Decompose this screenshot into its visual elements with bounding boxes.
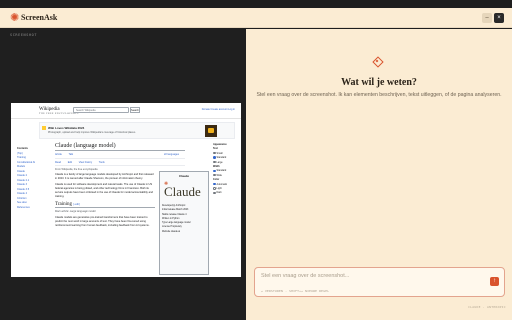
radio-icon bbox=[213, 151, 216, 155]
banner-title: Wiki Loves Wikidata 2024 bbox=[48, 126, 85, 130]
infobox-title: Claude bbox=[178, 174, 189, 178]
app-window: ✺ ScreenAsk – × SCREENSHOT Wikipedia THE… bbox=[0, 0, 512, 320]
section-heading: Training [ edit ] bbox=[55, 202, 155, 208]
wiki-search-input: Search Wikipedia bbox=[73, 107, 129, 113]
infobox-logo-word: Claude bbox=[164, 184, 201, 199]
minimize-button[interactable]: – bbox=[482, 13, 492, 23]
radio-icon bbox=[213, 187, 216, 190]
radio-icon bbox=[213, 191, 216, 195]
radio-selected-icon bbox=[213, 156, 216, 159]
empty-state-subtitle: Stel een vraag over de screenshot. Ik ka… bbox=[256, 92, 502, 98]
radio-icon bbox=[213, 173, 216, 177]
article-tabs: Article Talk 22 languages bbox=[55, 153, 185, 159]
languages-link: 22 languages bbox=[163, 153, 179, 156]
title-bar: ✺ ScreenAsk – × bbox=[0, 8, 512, 28]
empty-state-title: Wat wil je weten? bbox=[341, 77, 417, 88]
keyboard-hint: ↵ VERSTUREN · SHIFT+↵ NIEUWE REGEL bbox=[261, 289, 330, 293]
screenshot-panel: SCREENSHOT Wikipedia THE FREE ENCYCLOPED… bbox=[0, 29, 246, 320]
chat-panel: Wat wil je weten? Stel een vraag over de… bbox=[246, 29, 512, 320]
infobox-rows: Developer(s) Anthropic Initial release M… bbox=[162, 204, 208, 234]
wiki-banner: Wiki Loves Wikidata 2024 Photograph, upl… bbox=[39, 122, 235, 139]
diamond-icon bbox=[373, 57, 381, 65]
radio-selected-icon bbox=[213, 169, 216, 173]
tab-history: View history bbox=[78, 161, 93, 164]
app-title: ScreenAsk bbox=[21, 13, 58, 22]
contents-item: References bbox=[17, 205, 30, 209]
section-note: Main article: Large language model bbox=[55, 210, 96, 213]
send-button[interactable]: ↑ bbox=[490, 277, 499, 286]
radio-selected-icon bbox=[213, 182, 216, 186]
appearance-option: Dark bbox=[213, 191, 237, 195]
radio-icon bbox=[213, 160, 216, 164]
article-paragraph: Claude is a family of large language mod… bbox=[55, 173, 154, 180]
banner-text: Photograph, upload and help improve Wiki… bbox=[48, 131, 136, 134]
article-paragraph: Claude models are generative pre-trained… bbox=[55, 216, 150, 227]
screenshot-preview[interactable]: Wikipedia THE FREE ENCYCLOPEDIA Search W… bbox=[11, 103, 241, 277]
question-composer[interactable]: Stel een vraag over de screenshot... ↵ V… bbox=[254, 267, 505, 297]
tab-edit: Edit bbox=[67, 161, 72, 164]
article-title: Claude (language model) bbox=[55, 143, 185, 151]
wiki-header: Wikipedia THE FREE ENCYCLOPEDIA Search W… bbox=[11, 103, 241, 119]
infobox-row: Website claude.ai bbox=[162, 230, 181, 233]
wiki-search-button: Search bbox=[130, 107, 140, 113]
article-actions: Read Edit View history Tools bbox=[55, 161, 185, 166]
article-paragraph: Claude is used for software development … bbox=[55, 183, 153, 198]
tab-tools: Tools bbox=[98, 161, 105, 164]
banner-square-icon bbox=[42, 126, 46, 130]
tab-article: Article bbox=[55, 153, 62, 156]
wiki-infobox: Claude ✺ Claude Developer(s) Anthropic I… bbox=[159, 171, 209, 275]
wiki-contents-sidebar: Contents (Top) Training Constitutional A… bbox=[17, 147, 51, 210]
footer-credit: CLAUDE · ANTHROPIC bbox=[468, 305, 506, 309]
question-input[interactable]: Stel een vraag over de screenshot... bbox=[261, 273, 349, 279]
banner-image bbox=[205, 125, 217, 137]
wiki-appearance-panel: Appearance Text Small Standard Large Wid… bbox=[213, 143, 237, 196]
tab-read: Read bbox=[55, 161, 61, 164]
wiki-top-links: Donate Create account Log in bbox=[201, 108, 235, 111]
tab-talk: Talk bbox=[68, 153, 74, 156]
screenshot-section-label: SCREENSHOT bbox=[10, 33, 38, 37]
close-button[interactable]: × bbox=[494, 13, 504, 23]
